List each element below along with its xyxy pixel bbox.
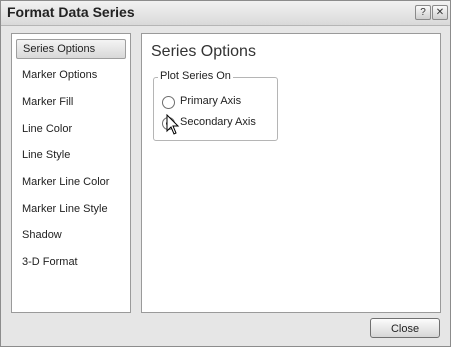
close-button[interactable]: Close bbox=[370, 318, 440, 338]
sidebar-item-3d-format[interactable]: 3-D Format bbox=[16, 252, 126, 272]
sidebar-item-line-color[interactable]: Line Color bbox=[16, 119, 126, 139]
primary-axis-radio[interactable] bbox=[162, 96, 175, 109]
sidebar-item-shadow[interactable]: Shadow bbox=[16, 225, 126, 245]
group-legend: Plot Series On bbox=[158, 70, 233, 82]
sidebar-item-line-style[interactable]: Line Style bbox=[16, 145, 126, 165]
options-panel: Series Options Plot Series On Primary Ax… bbox=[141, 33, 441, 313]
category-sidebar: Series Options Marker Options Marker Fil… bbox=[11, 33, 131, 313]
title-bar[interactable]: Format Data Series ? ✕ bbox=[1, 1, 450, 26]
sidebar-item-marker-line-color[interactable]: Marker Line Color bbox=[16, 172, 126, 192]
secondary-axis-label[interactable]: Secondary Axis bbox=[180, 116, 256, 128]
close-window-button[interactable]: ✕ bbox=[432, 5, 448, 20]
primary-axis-label[interactable]: Primary Axis bbox=[180, 95, 241, 107]
help-button[interactable]: ? bbox=[415, 5, 431, 20]
panel-title: Series Options bbox=[151, 43, 256, 60]
sidebar-item-marker-line-style[interactable]: Marker Line Style bbox=[16, 199, 126, 219]
format-data-series-dialog: Format Data Series ? ✕ Series Options Ma… bbox=[0, 0, 451, 347]
dialog-title: Format Data Series bbox=[7, 4, 135, 20]
sidebar-item-marker-options[interactable]: Marker Options bbox=[16, 65, 126, 85]
sidebar-item-marker-fill[interactable]: Marker Fill bbox=[16, 92, 126, 112]
sidebar-item-series-options[interactable]: Series Options bbox=[16, 39, 126, 59]
mouse-cursor-icon bbox=[166, 114, 180, 135]
